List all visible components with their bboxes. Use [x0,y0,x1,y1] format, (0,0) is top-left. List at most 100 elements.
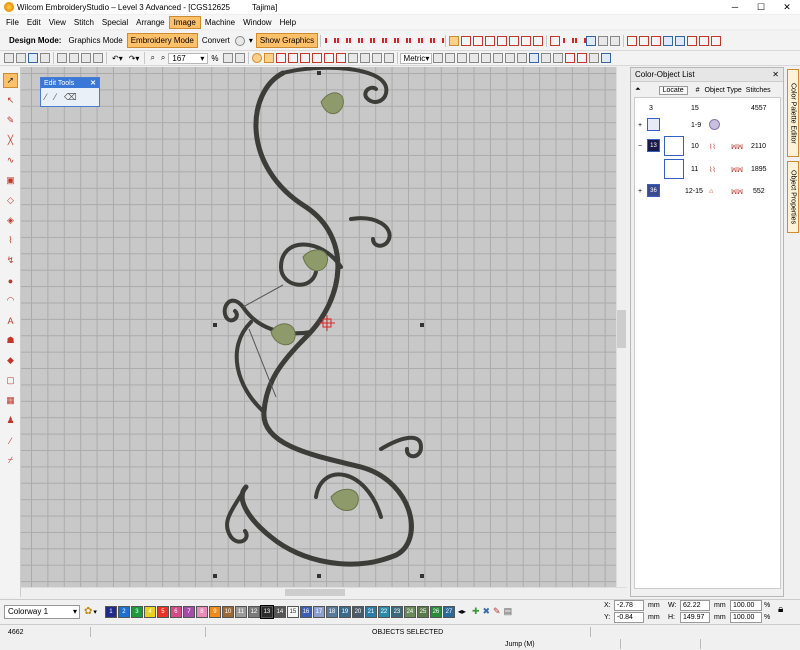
underlay-icon[interactable] [461,35,472,46]
color-chip-14[interactable]: 14 [273,605,286,618]
weld-icon[interactable] [699,35,710,46]
list-item[interactable]: − 13 10 ⌇⌇ ꟽꟽ 2110 [635,136,782,158]
embroidery-mode-button[interactable]: Embroidery Mode [126,33,198,48]
menu-machine[interactable]: Machine [201,17,239,28]
color-chip-15[interactable]: 15 [286,605,299,618]
color-chip-27[interactable]: 27 [442,605,455,618]
tie-icon[interactable] [275,53,286,63]
flexi-split-icon[interactable] [432,36,445,46]
menu-window[interactable]: Window [239,17,275,28]
copy-icon[interactable] [69,53,79,63]
list-item[interactable]: + 36 12-15 ⌂ ꟽꟽ 552 [635,181,782,203]
bitmap-icon[interactable] [516,53,527,63]
color-chip-5[interactable]: 5 [156,605,169,618]
convert-button[interactable]: Convert [198,33,234,48]
design-canvas[interactable] [21,67,616,587]
graphics-mode-button[interactable]: Graphics Mode [64,33,126,48]
color-chip-10[interactable]: 10 [221,605,234,618]
tie-in-icon[interactable] [521,35,532,46]
stitch-edit-icon[interactable]: ⁄ [3,433,18,448]
menu-help[interactable]: Help [276,17,300,28]
measure-icon[interactable] [383,53,394,63]
color-chip-19[interactable]: 19 [338,605,351,618]
color-chip-6[interactable]: 6 [169,605,182,618]
zoom-dropdown[interactable]: 167 ▾ [168,52,209,64]
grid-icon[interactable] [347,53,358,63]
color-chip-2[interactable]: 2 [117,605,130,618]
chenille-icon[interactable] [311,53,322,63]
list-item[interactable]: + 1-9 [635,115,782,137]
auto-split-icon[interactable] [485,35,496,46]
menu-arrange[interactable]: Arrange [132,17,168,28]
show-graphics-button[interactable]: Show Graphics [255,33,319,48]
menu-view[interactable]: View [45,17,70,28]
bling-icon[interactable] [335,53,346,63]
view-objects-icon[interactable] [492,53,503,63]
layers-icon[interactable] [610,35,621,46]
warning-icon[interactable] [509,35,520,46]
vertical-scroll-thumb[interactable] [617,310,626,348]
split-icon[interactable] [627,35,638,46]
ungroup-icon[interactable] [675,35,686,46]
fill-stitch-icon[interactable] [408,36,421,46]
redo-icon[interactable]: ↷▾ [126,54,143,63]
lock-color-icon[interactable]: ▤ [504,606,513,617]
print-preview-icon[interactable] [552,53,563,63]
w-percent-field[interactable]: 100.00 [730,600,762,611]
column-b-icon[interactable]: ⌇ [3,233,18,248]
column-a-icon[interactable]: ╳ [3,133,18,148]
tie-off-icon[interactable] [533,35,544,46]
eraser-icon[interactable]: ⌫ [64,92,77,103]
cutwork-icon[interactable] [287,53,298,63]
paste-icon[interactable] [81,53,91,63]
color-chip-1[interactable]: 1 [104,605,117,618]
duplicate-icon[interactable] [93,53,103,63]
color-chip-21[interactable]: 21 [364,605,377,618]
stop-icon[interactable] [576,53,587,63]
tab-object-properties[interactable]: Object Properties [787,161,799,233]
list-item[interactable]: 11 ⌇⌇ ꟽꟽ 1895 [635,159,782,181]
density-icon[interactable] [574,36,587,46]
color-chip-3[interactable]: 3 [130,605,143,618]
color-chip-16[interactable]: 16 [299,605,312,618]
proportional-lock-icon[interactable]: 🔒︎ [778,604,783,615]
new-file-icon[interactable] [4,53,14,63]
color-chip-25[interactable]: 25 [416,605,429,618]
horizontal-scroll-thumb[interactable] [285,589,345,596]
complex-fill-icon[interactable]: ▣ [3,173,18,188]
trim-objects-icon[interactable] [711,35,722,46]
color-chip-26[interactable]: 26 [429,605,442,618]
closest-join-icon[interactable] [639,35,650,46]
circle-icon[interactable]: ● [3,273,18,288]
appliqué-icon[interactable] [299,53,310,63]
zoom-out-icon[interactable]: ⌕ [158,53,168,63]
hoop-icon[interactable] [359,53,370,63]
units-dropdown[interactable]: Metric ▾ [399,52,432,64]
sequin-icon[interactable] [323,53,334,63]
maximize-button[interactable]: ☐ [748,0,774,14]
zigzag-stitch-icon[interactable] [348,36,361,46]
edit-tools-header[interactable]: Edit Tools ✕ [41,78,99,88]
show-all-icon[interactable] [468,53,479,63]
knife-tool-icon[interactable]: ⁄ [45,92,47,102]
ruler-icon[interactable] [371,53,382,63]
add-color-icon[interactable]: ✚ [472,606,480,617]
display-stitches-icon[interactable] [251,53,262,63]
h-field[interactable]: 149.97 [680,612,710,623]
minimize-button[interactable]: ─ [722,0,748,14]
stitch-angle-icon[interactable] [550,35,561,46]
close-button[interactable]: ✕ [774,0,800,14]
frame-icon[interactable]: ▢ [3,373,18,388]
artwork-icon[interactable] [432,53,443,63]
background-icon[interactable] [480,53,491,63]
reshape-icon[interactable]: ↖ [3,93,18,108]
view-colors-icon[interactable] [504,53,515,63]
select-arrow-icon[interactable]: ➚ [3,73,18,88]
turning-fill-icon[interactable]: ◈ [3,213,18,228]
team-names-icon[interactable]: ☗ [3,333,18,348]
x-field[interactable]: -2.78 [614,600,644,611]
motif-stitch-icon[interactable] [396,36,409,46]
tatami-stitch-icon[interactable] [336,36,349,46]
lettering-icon[interactable]: A [3,313,18,328]
properties-icon[interactable] [540,53,551,63]
